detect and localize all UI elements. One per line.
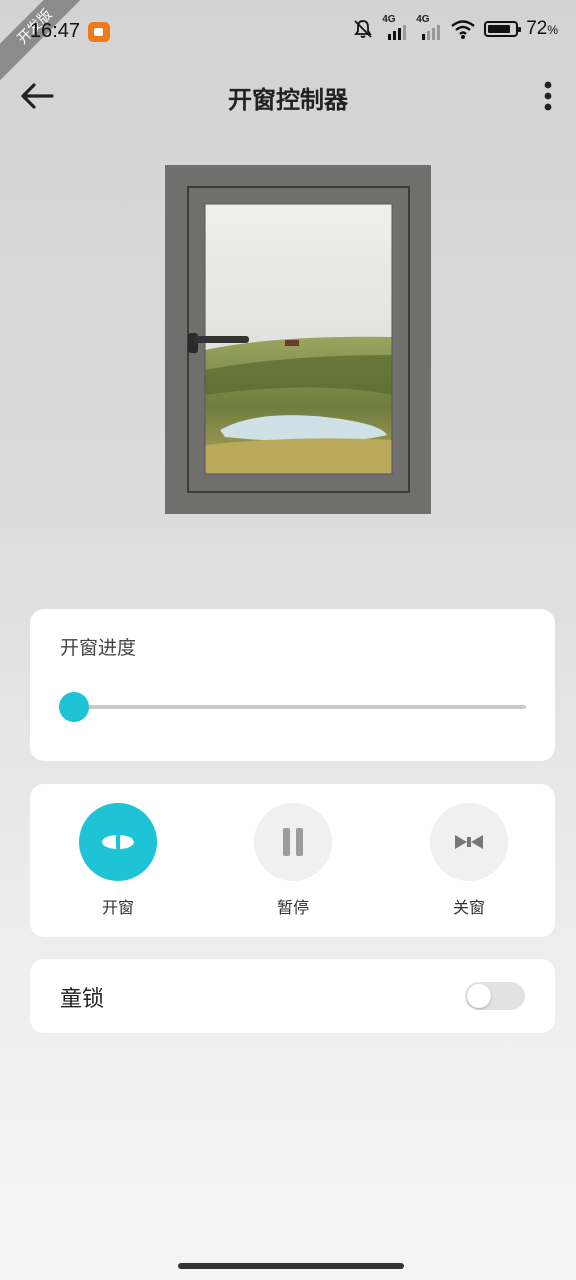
- progress-slider-thumb[interactable]: [59, 692, 89, 722]
- open-window-button[interactable]: 开窗: [78, 803, 158, 918]
- close-window-circle[interactable]: [430, 803, 508, 881]
- battery-icon: [484, 21, 522, 37]
- signal-icon: 4G: [382, 14, 408, 40]
- child-lock-label: 童锁: [60, 987, 105, 1012]
- app-bar: 开窗控制器: [0, 64, 576, 128]
- bell-muted-icon: [354, 20, 372, 38]
- page-title: 开窗控制器: [228, 86, 348, 114]
- status-time: 16:47: [30, 20, 81, 42]
- pause-circle[interactable]: [254, 803, 332, 881]
- battery-level: 72%: [526, 18, 558, 39]
- home-indicator[interactable]: [178, 1263, 404, 1269]
- window-illustration: [165, 165, 431, 514]
- close-window-label: 关窗: [452, 898, 485, 917]
- open-window-circle[interactable]: [79, 803, 157, 881]
- progress-slider-track[interactable]: [74, 705, 526, 709]
- network-type-2: 4G: [416, 14, 430, 25]
- status-bar: 开发版 16:47 4G 4G 72%: [0, 0, 576, 83]
- child-lock-toggle[interactable]: [465, 982, 525, 1010]
- network-type: 4G: [382, 14, 396, 25]
- close-window-button[interactable]: 关窗: [429, 803, 509, 918]
- pause-label: 暂停: [276, 898, 309, 917]
- pause-icon: [283, 828, 303, 856]
- controls-card: 开窗 暂停 关窗: [30, 784, 555, 937]
- child-lock-toggle-knob: [467, 984, 491, 1008]
- child-lock-card: 童锁: [30, 959, 555, 1033]
- close-window-icon: [455, 835, 483, 849]
- more-vertical-icon[interactable]: [538, 76, 558, 116]
- wifi-icon: [451, 20, 475, 39]
- open-window-label: 开窗: [101, 898, 134, 917]
- signal-icon-2: 4G: [416, 14, 442, 40]
- pause-button[interactable]: 暂停: [253, 803, 333, 918]
- progress-card: 开窗进度: [30, 609, 555, 761]
- open-window-icon: [102, 835, 134, 849]
- status-icons: 4G 4G 72%: [352, 14, 558, 40]
- progress-label: 开窗进度: [60, 637, 137, 659]
- screen-record-icon: [88, 22, 110, 42]
